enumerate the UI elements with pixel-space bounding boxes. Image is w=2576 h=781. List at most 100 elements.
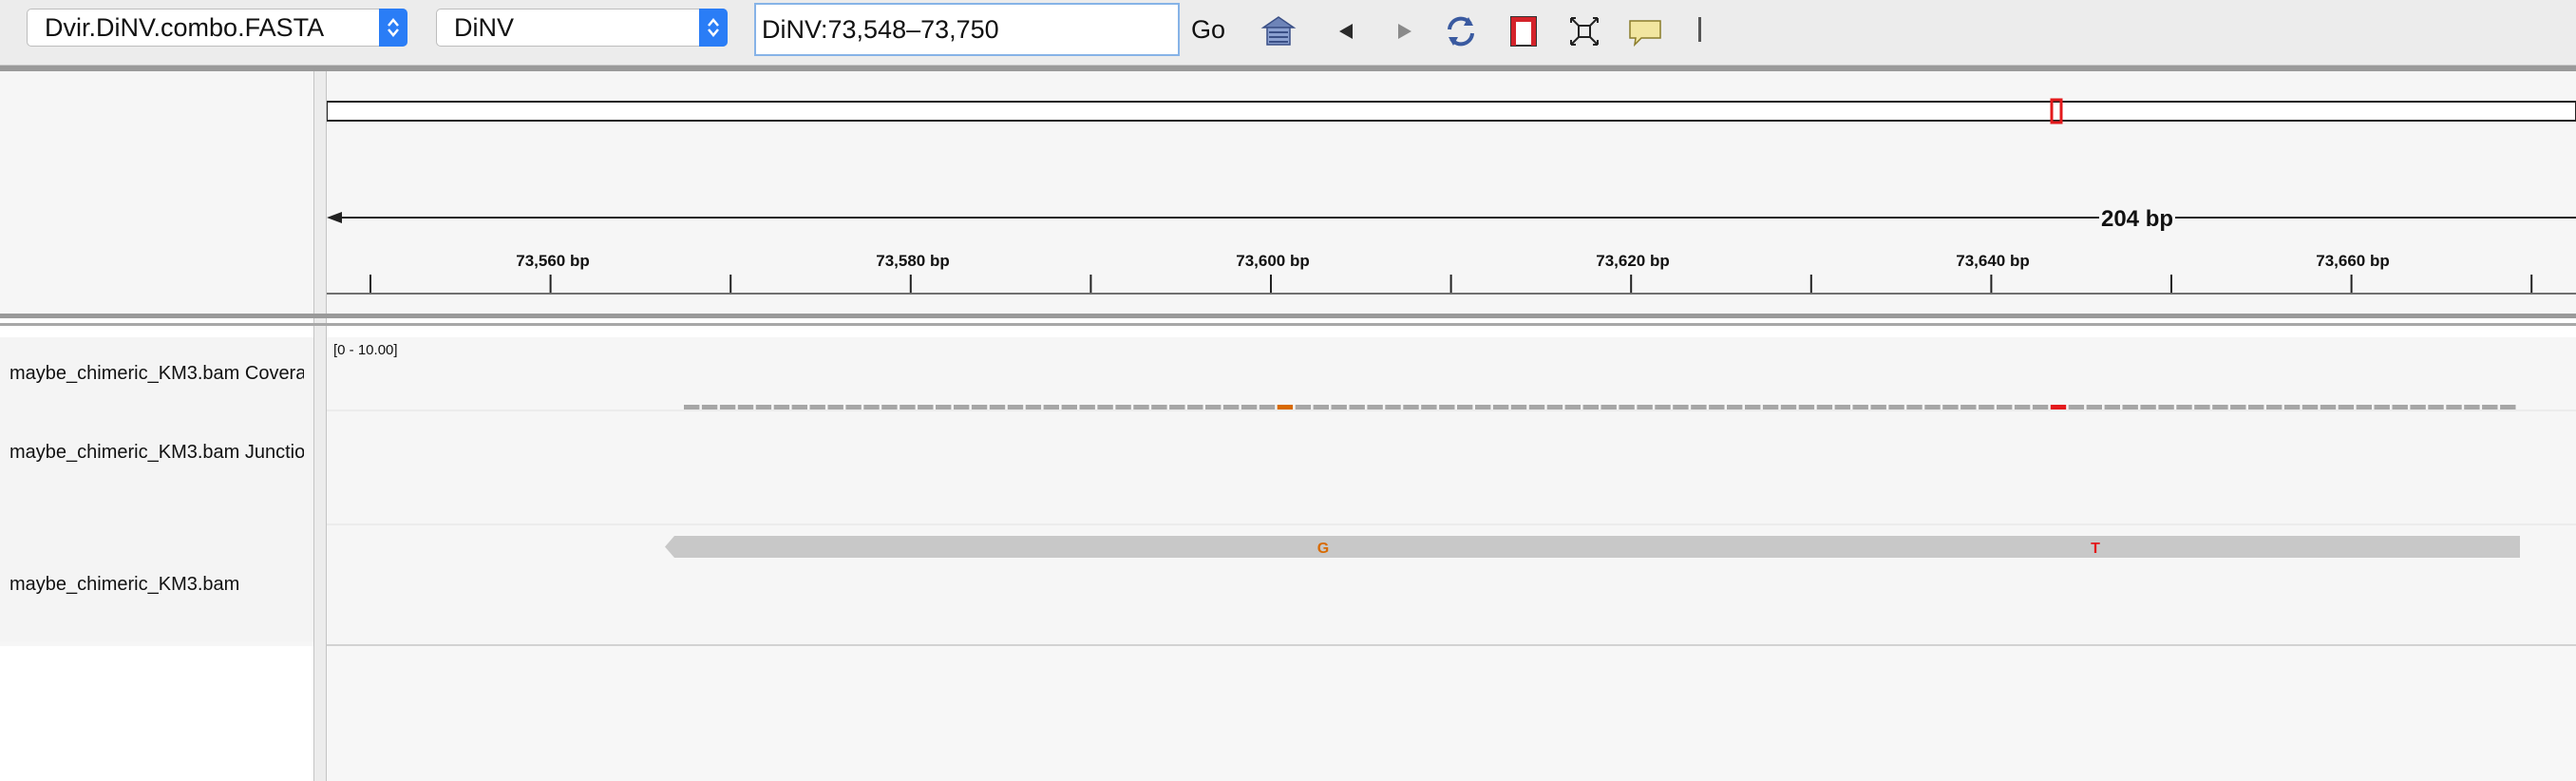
ruler-divider-icon[interactable]: [1691, 12, 1729, 50]
tick-label: 73,580 bp: [876, 252, 950, 270]
coverage-bar: [2086, 405, 2102, 410]
toolbar: Dvir.DiNV.combo.FASTA DiNV Go: [0, 0, 2576, 66]
span-left-arrow-icon: [327, 212, 342, 223]
coverage-bar: [2374, 405, 2390, 410]
coverage-bar: [1546, 405, 1563, 410]
coverage-bar: [1367, 405, 1383, 410]
alignment-read[interactable]: G T: [665, 536, 2520, 558]
locus-input[interactable]: [754, 3, 1180, 56]
coverage-bar: [2122, 405, 2138, 410]
mismatch-base-g: G: [1317, 541, 1329, 557]
coverage-bar: [1528, 405, 1545, 410]
coverage-bar: [1205, 405, 1222, 410]
coverage-bar: [684, 405, 700, 410]
coverage-bar: [1097, 405, 1113, 410]
coverage-bar: [2032, 405, 2049, 410]
coverage-bar: [2230, 405, 2246, 410]
genome-select-arrows-icon[interactable]: [379, 9, 407, 47]
coverage-bar: [2068, 405, 2085, 410]
coverage-bar: [2320, 405, 2337, 410]
coverage-bar: [2266, 405, 2282, 410]
coverage-bar: [1277, 405, 1294, 410]
coverage-bar: [2140, 405, 2156, 410]
coverage-bar: [737, 405, 754, 410]
coverage-bar: [918, 405, 934, 410]
ruler[interactable]: 204 bp 73,560 bp 73,580 bp 73,600 bp 73,620…: [327, 71, 2576, 314]
coverage-bar: [1852, 405, 1868, 410]
coverage-bar: [1457, 405, 1473, 410]
coverage-bar: [2194, 405, 2210, 410]
coverage-bar: [1295, 405, 1312, 410]
tick-label: 73,640 bp: [1956, 252, 2030, 270]
tick-label: 73,560 bp: [516, 252, 590, 270]
data-range-label: [0 - 10.00]: [333, 342, 398, 358]
coverage-bar: [1385, 405, 1401, 410]
refresh-icon[interactable]: [1442, 12, 1480, 50]
forward-arrow-icon[interactable]: [1385, 12, 1423, 50]
region-of-interest-icon[interactable]: [1505, 12, 1543, 50]
chromosome-ideogram[interactable]: [327, 98, 2576, 124]
empty-panel: [327, 646, 2576, 781]
coverage-bar: [719, 405, 736, 410]
coverage-bar: [1492, 405, 1509, 410]
tick-marks: [369, 275, 2533, 293]
coverage-bar: [2176, 405, 2192, 410]
coverage-bar: [2301, 405, 2319, 410]
name-panel-divider-lower: [313, 337, 327, 781]
coverage-bar: [773, 405, 790, 410]
alignment-track-name[interactable]: maybe_chimeric_KM3.bam: [9, 574, 304, 596]
genome-select[interactable]: Dvir.DiNV.combo.FASTA: [27, 9, 407, 47]
coverage-bar: [1816, 405, 1833, 410]
read-bar: [665, 536, 2520, 558]
coverage-bar: [1942, 405, 1959, 410]
coverage-bar: [1564, 405, 1581, 410]
back-arrow-icon[interactable]: [1328, 12, 1366, 50]
panel-separator[interactable]: [0, 314, 2576, 318]
mismatch-base-t: T: [2091, 541, 2100, 557]
junctions-track-name[interactable]: maybe_chimeric_KM3.bam Junctions: [9, 442, 304, 464]
coverage-bar: [954, 405, 970, 410]
coverage-bar: [1906, 405, 1923, 410]
coverage-bar: [2482, 405, 2498, 410]
resize-to-window-icon[interactable]: [1565, 12, 1603, 50]
coverage-bar: [2104, 405, 2120, 410]
coverage-bar: [1798, 405, 1815, 410]
coverage-bar: [2410, 405, 2426, 410]
chromosome-select[interactable]: DiNV: [436, 9, 728, 47]
coverage-bar: [1079, 405, 1095, 410]
coverage-bar: [1834, 405, 1850, 410]
coverage-bar: [2464, 405, 2480, 410]
coverage-bar: [2500, 405, 2516, 410]
chromosome-select-arrows-icon[interactable]: [699, 9, 728, 47]
coverage-bar: [1439, 405, 1455, 410]
coverage-bar: [1025, 405, 1042, 410]
coverage-bar: [1043, 405, 1059, 410]
data-tracks[interactable]: G T: [327, 337, 2576, 646]
coverage-bar: [1888, 405, 1904, 410]
coverage-bar: [1151, 405, 1167, 410]
coverage-bar: [1259, 405, 1276, 410]
home-icon[interactable]: [1260, 12, 1297, 50]
genome-select-value: Dvir.DiNV.combo.FASTA: [45, 13, 325, 42]
coverage-bar: [2446, 405, 2462, 410]
coverage-bar: [2428, 405, 2444, 410]
coverage-track-name[interactable]: maybe_chimeric_KM3.bam Coverage: [9, 363, 304, 385]
coverage-bar: [881, 405, 898, 410]
popup-info-icon[interactable]: [1626, 12, 1664, 50]
go-button[interactable]: Go: [1191, 14, 1225, 45]
coverage-track[interactable]: [684, 405, 2516, 410]
coverage-bar: [1421, 405, 1437, 410]
coverage-bar: [791, 405, 807, 410]
coverage-bar: [1762, 405, 1779, 410]
coverage-bar: [1601, 405, 1617, 410]
coverage-bar: [1007, 405, 1024, 410]
tick-label: 73,660 bp: [2316, 252, 2390, 270]
coverage-bar: [1637, 405, 1653, 410]
coverage-bar: [2050, 405, 2067, 410]
coverage-bar: [1475, 405, 1491, 410]
coverage-bar: [1979, 405, 1995, 410]
span-label: 204 bp: [2101, 206, 2173, 232]
coverage-bar: [755, 405, 772, 410]
coverage-bar: [2158, 405, 2174, 410]
coverage-bar: [2014, 405, 2031, 410]
